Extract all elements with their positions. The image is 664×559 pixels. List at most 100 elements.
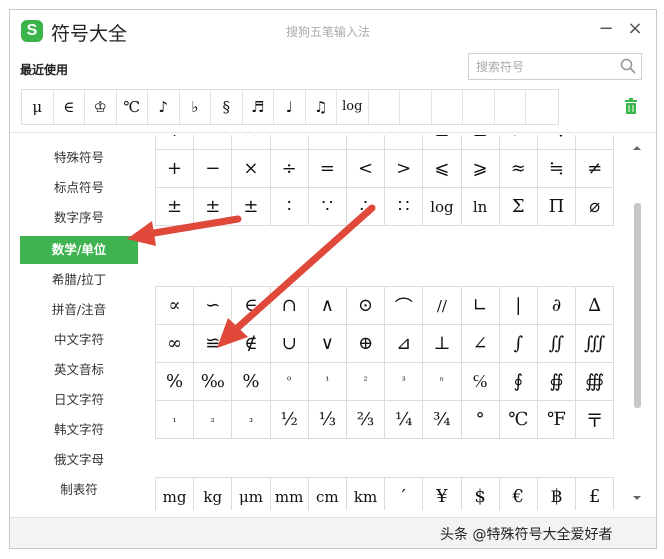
symbol-cell[interactable]: ³ — [384, 362, 424, 401]
symbol-cell[interactable]: ∠ — [460, 324, 500, 363]
symbol-cell[interactable]: ∉ — [231, 324, 271, 363]
recent-symbol[interactable]: § — [211, 90, 243, 124]
symbol-cell[interactable]: ln — [460, 187, 500, 226]
symbol-cell[interactable]: // — [422, 286, 462, 325]
symbol-cell[interactable]: ⊥ — [422, 324, 462, 363]
symbol-cell[interactable]: ∝ — [154, 286, 195, 325]
symbol-cell[interactable]: ∵ — [307, 187, 347, 226]
sidebar-item-russian[interactable]: 俄文字母 — [20, 446, 138, 474]
symbol-cell[interactable]: > — [384, 135, 424, 150]
sidebar-item-korean[interactable]: 韩文字符 — [20, 416, 138, 444]
search-box[interactable] — [468, 53, 642, 80]
close-button[interactable]: × — [624, 18, 646, 40]
symbol-cell[interactable]: ′ — [384, 477, 424, 510]
symbol-cell[interactable]: ± — [154, 187, 195, 226]
symbol-cell[interactable]: ⊙ — [345, 286, 386, 325]
symbol-cell[interactable]: ≒ — [536, 135, 577, 150]
sidebar-item-chinese[interactable]: 中文字符 — [20, 326, 138, 354]
symbol-cell[interactable]: ÷ — [269, 135, 309, 150]
search-icon[interactable] — [619, 57, 637, 75]
recent-symbol[interactable] — [400, 90, 432, 124]
recent-symbol[interactable] — [463, 90, 495, 124]
symbol-cell[interactable]: ⅔ — [345, 400, 386, 439]
symbol-cell[interactable]: ∧ — [307, 286, 347, 325]
symbol-cell[interactable]: ⌒ — [384, 286, 424, 325]
recent-symbol[interactable] — [495, 90, 526, 124]
symbol-cell[interactable]: ¹ — [307, 362, 347, 401]
symbol-cell[interactable]: 〒 — [575, 400, 615, 439]
symbol-cell[interactable]: ∪ — [269, 324, 309, 363]
symbol-cell[interactable]: − — [193, 135, 233, 150]
symbol-cell[interactable]: Σ — [498, 187, 538, 226]
sidebar-item-math-units[interactable]: 数学/单位 — [20, 236, 138, 264]
symbol-cell[interactable]: ∫ — [498, 324, 538, 363]
recent-symbol[interactable]: μ — [22, 90, 54, 124]
symbol-cell[interactable]: + — [154, 149, 195, 188]
symbol-cell[interactable]: ∽ — [193, 286, 233, 325]
symbol-cell[interactable]: ‰ — [193, 362, 233, 401]
symbol-cell[interactable]: $ — [460, 477, 500, 510]
recent-symbol[interactable]: log — [337, 90, 369, 124]
symbol-cell[interactable]: ℉ — [536, 400, 577, 439]
symbol-cell[interactable]: ⌀ — [575, 187, 615, 226]
sidebar-item-punctuation[interactable]: 标点符号 — [20, 174, 138, 202]
symbol-cell[interactable]: ≒ — [536, 149, 577, 188]
symbol-cell[interactable]: Π — [536, 187, 577, 226]
symbol-cell[interactable]: = — [307, 149, 347, 188]
symbol-cell[interactable]: ≠ — [575, 149, 615, 188]
symbol-cell[interactable]: ∭ — [575, 324, 615, 363]
symbol-cell[interactable]: ∮ — [498, 362, 538, 401]
sidebar-item-greek-latin[interactable]: 希腊/拉丁 — [20, 266, 138, 294]
symbol-cell[interactable]: ₃ — [231, 400, 271, 439]
symbol-cell[interactable]: ° — [460, 400, 500, 439]
symbol-cell[interactable]: ∆ — [575, 286, 615, 325]
symbol-cell[interactable]: ⩽ — [422, 149, 462, 188]
symbol-cell[interactable]: ± — [193, 187, 233, 226]
scrollbar-thumb[interactable] — [634, 203, 641, 408]
symbol-cell[interactable]: ℅ — [460, 362, 500, 401]
recent-symbol[interactable]: ∈ — [54, 90, 85, 124]
sidebar-item-box-drawing[interactable]: 制表符 — [20, 476, 138, 504]
symbol-cell[interactable]: ¾ — [422, 400, 462, 439]
symbol-cell[interactable]: ∂ — [536, 286, 577, 325]
symbol-cell[interactable]: | — [498, 286, 538, 325]
recent-symbol[interactable]: ℃ — [117, 90, 148, 124]
symbol-cell[interactable]: ± — [231, 187, 271, 226]
symbol-cell[interactable]: ⊿ — [384, 324, 424, 363]
symbol-cell[interactable]: ¼ — [384, 400, 424, 439]
symbol-cell[interactable]: ฿ — [536, 477, 577, 510]
symbol-cell[interactable]: × — [231, 135, 271, 150]
symbol-cell[interactable]: ⁿ — [422, 362, 462, 401]
recent-symbol[interactable]: ♭ — [180, 90, 211, 124]
symbol-cell[interactable]: > — [384, 149, 424, 188]
symbol-cell[interactable]: ² — [345, 362, 386, 401]
symbol-cell[interactable]: μm — [231, 477, 271, 510]
minimize-button[interactable]: − — [595, 18, 617, 40]
symbol-cell[interactable]: ∶ — [269, 187, 309, 226]
symbol-cell[interactable]: ∞ — [154, 324, 195, 363]
symbol-cell[interactable]: ∟ — [460, 286, 500, 325]
symbol-cell[interactable]: ∰ — [575, 362, 615, 401]
recent-symbol[interactable]: ♔ — [85, 90, 117, 124]
symbol-cell[interactable]: ¥ — [422, 477, 462, 510]
symbol-cell[interactable]: mg — [154, 477, 195, 510]
sidebar-item-special[interactable]: 特殊符号 — [20, 144, 138, 172]
symbol-cell[interactable]: ⅓ — [307, 400, 347, 439]
symbol-cell[interactable]: ∯ — [536, 362, 577, 401]
symbol-cell[interactable]: ℃ — [498, 400, 538, 439]
symbol-cell[interactable]: ∬ — [536, 324, 577, 363]
sidebar-item-english-phonetic[interactable]: 英文音标 — [20, 356, 138, 384]
symbol-cell[interactable]: ≌ — [193, 324, 233, 363]
sidebar-item-numbers[interactable]: 数字序号 — [20, 204, 138, 232]
symbol-cell[interactable]: ≠ — [498, 135, 538, 150]
recent-symbol[interactable]: ♬ — [243, 90, 274, 124]
sidebar-item-japanese[interactable]: 日文字符 — [20, 386, 138, 414]
symbol-cell[interactable]: ₁ — [154, 400, 195, 439]
symbol-cell[interactable]: % — [231, 362, 271, 401]
symbol-cell[interactable]: < — [345, 149, 386, 188]
symbol-cell[interactable]: ₂ — [193, 400, 233, 439]
symbol-cell[interactable]: ⁰ — [269, 362, 309, 401]
symbol-cell[interactable]: ≈ — [498, 149, 538, 188]
recent-symbol[interactable]: ♩ — [274, 90, 306, 124]
symbol-cell[interactable]: £ — [575, 477, 615, 510]
